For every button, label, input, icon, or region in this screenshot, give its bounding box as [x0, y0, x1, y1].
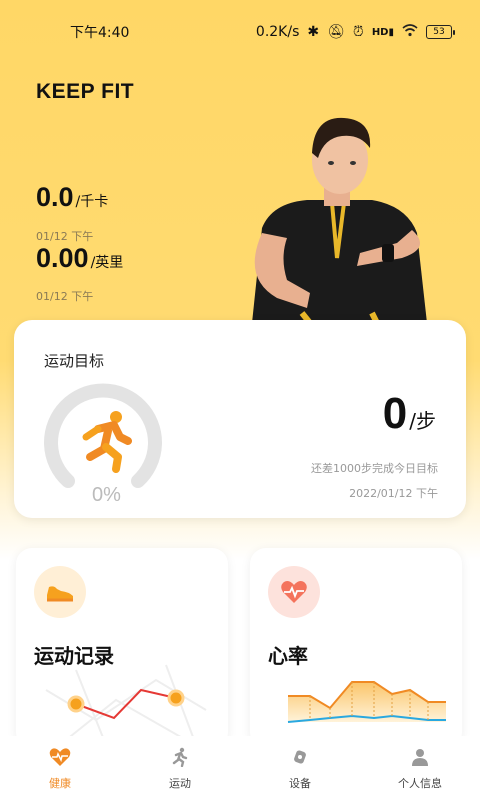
goal-title: 运动目标	[44, 352, 105, 370]
goal-percent: 0%	[92, 484, 121, 506]
heart-rate-chart-graphic	[287, 681, 446, 723]
goal-remaining-text: 还差1000步完成今日目标	[311, 462, 438, 475]
goal-date: 2022/01/12 下午	[349, 487, 438, 500]
steps-count: 0 /步	[383, 392, 436, 436]
nav-device[interactable]: 设备	[240, 745, 360, 791]
nav-device-label: 设备	[289, 777, 311, 790]
bottom-nav: 健康 运动 设备 个人信息	[0, 736, 480, 800]
steps-value: 0	[382, 389, 408, 438]
nav-exercise-label: 运动	[169, 777, 191, 790]
calories-stat: 0.0/千卡	[36, 182, 108, 213]
heart-rate-icon	[268, 566, 320, 618]
status-time: 下午4:40	[70, 25, 130, 41]
distance-date: 01/12 下午	[36, 290, 94, 303]
mute-icon: 🔕︎	[327, 24, 345, 40]
network-speed: 0.2K/s	[255, 24, 300, 40]
battery-icon: 53	[426, 25, 455, 39]
shoe-icon	[34, 566, 86, 618]
wifi-icon	[402, 23, 418, 41]
running-figure-icon	[82, 411, 132, 473]
device-icon	[288, 745, 312, 769]
status-icons: 0.2K/s ✱ 🔕︎ ⏰︎ HD▮ 53	[255, 23, 455, 41]
steps-unit: /步	[409, 409, 436, 433]
nav-exercise[interactable]: 运动	[120, 745, 240, 791]
status-bar: 下午4:40 0.2K/s ✱ 🔕︎ ⏰︎ HD▮ 53	[0, 0, 480, 64]
heart-pulse-icon	[48, 745, 72, 769]
battery-level: 53	[433, 27, 445, 37]
alarm-icon: ⏰︎	[352, 24, 364, 40]
exercise-record-card[interactable]: 运动记录	[16, 548, 228, 748]
nav-profile[interactable]: 个人信息	[360, 745, 480, 791]
running-icon	[168, 745, 192, 769]
distance-unit: /英里	[90, 255, 124, 271]
calories-unit: /千卡	[75, 194, 109, 210]
person-icon	[408, 745, 432, 769]
bluetooth-icon: ✱	[307, 24, 320, 40]
avatar-figure	[232, 108, 442, 325]
nav-profile-label: 个人信息	[398, 777, 442, 790]
nav-health-label: 健康	[49, 777, 71, 790]
distance-stat: 0.00/英里	[36, 243, 123, 274]
calories-value: 0.0	[36, 182, 74, 212]
hd-signal-icon: HD▮	[371, 26, 394, 38]
nav-health[interactable]: 健康	[0, 745, 120, 791]
app-title: KEEP FIT	[36, 80, 135, 103]
distance-value: 0.00	[36, 243, 89, 273]
calories-date: 01/12 下午	[36, 230, 94, 243]
goal-card[interactable]: 运动目标 0% 0 /步 还差1000步完成今日目标 2022/01/12 下午	[14, 320, 466, 518]
heart-rate-card[interactable]: 心率	[250, 548, 462, 748]
route-map-graphic	[45, 664, 207, 746]
